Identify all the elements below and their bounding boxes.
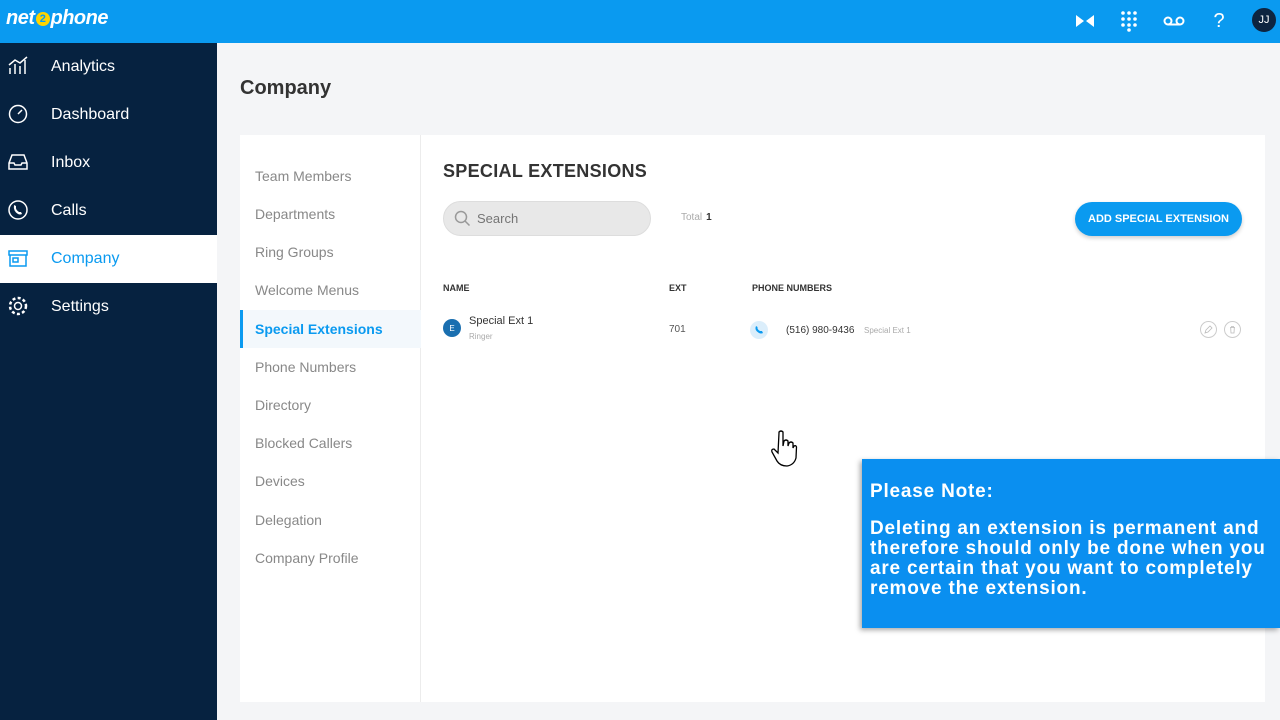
- search-box: [443, 201, 651, 236]
- subnav-item-blocked-callers[interactable]: Blocked Callers: [240, 424, 421, 462]
- total-label: Total: [681, 212, 703, 223]
- sidebar-item-label: Analytics: [51, 58, 116, 75]
- add-special-extension-button[interactable]: ADD SPECIAL EXTENSION: [1075, 202, 1242, 236]
- subnav-item-directory[interactable]: Directory: [240, 386, 421, 424]
- column-header-phone-numbers[interactable]: PHONE NUMBERS: [752, 283, 832, 293]
- subnav-item-delegation[interactable]: Delegation: [240, 501, 421, 539]
- delete-icon[interactable]: [1224, 321, 1241, 338]
- sidebar-item-label: Inbox: [51, 154, 91, 171]
- column-header-name[interactable]: NAME: [443, 283, 470, 293]
- sidebar-item-label: Company: [51, 250, 120, 267]
- subnav-item-welcome-menus[interactable]: Welcome Menus: [240, 271, 421, 309]
- sidebar-item-calls[interactable]: Calls: [0, 187, 217, 235]
- subnav-item-ring-groups[interactable]: Ring Groups: [240, 233, 421, 271]
- voicemail-icon[interactable]: [1161, 8, 1187, 34]
- extension-name[interactable]: Special Ext 1: [469, 315, 533, 327]
- phone-number-label: Special Ext 1: [864, 326, 911, 335]
- column-header-ext[interactable]: EXT: [669, 283, 687, 293]
- section-title: SPECIAL EXTENSIONS: [443, 161, 648, 181]
- sidebar-item-label: Calls: [51, 202, 87, 219]
- sidebar-item-label: Dashboard: [51, 106, 130, 123]
- page-title: Company: [240, 77, 332, 99]
- phone-icon: [8, 200, 28, 220]
- logo-text-net: net: [6, 7, 35, 29]
- analytics-icon: [8, 56, 28, 74]
- dialpad-icon[interactable]: [1116, 8, 1142, 34]
- please-note-overlay: Please Note: Deleting an extension is pe…: [862, 459, 1280, 628]
- subnav-item-special-extensions[interactable]: Special Extensions: [240, 310, 421, 348]
- extension-type: Ringer: [469, 332, 493, 341]
- sidebar-item-settings[interactable]: Settings: [0, 283, 217, 331]
- company-subnav: Team Members Departments Ring Groups Wel…: [240, 135, 421, 702]
- logo-text-phone: phone: [50, 7, 109, 29]
- inbox-icon: [8, 154, 28, 170]
- note-body: Deleting an extension is permanent and t…: [870, 518, 1266, 599]
- help-icon[interactable]: ?: [1206, 8, 1232, 34]
- note-title: Please Note:: [870, 481, 994, 502]
- store-icon: [8, 250, 28, 267]
- logo-text-2: 2: [35, 12, 50, 26]
- search-icon: [454, 210, 471, 227]
- sidebar-item-label: Settings: [51, 298, 109, 315]
- subnav-item-company-profile[interactable]: Company Profile: [240, 539, 421, 577]
- user-avatar[interactable]: JJ: [1250, 6, 1278, 34]
- subnav-item-devices[interactable]: Devices: [240, 462, 421, 500]
- extension-avatar: E: [443, 319, 461, 337]
- sidebar-item-dashboard[interactable]: Dashboard: [0, 91, 217, 139]
- phone-number: (516) 980-9436: [786, 325, 855, 336]
- subnav-item-departments[interactable]: Departments: [240, 195, 421, 233]
- top-bar: net 2 phone ? JJ: [0, 0, 1280, 43]
- sidebar: Analytics Dashboard Inbox Calls Company …: [0, 43, 217, 720]
- edit-icon[interactable]: [1200, 321, 1217, 338]
- sidebar-item-analytics[interactable]: Analytics: [0, 43, 217, 91]
- dashboard-icon: [8, 104, 28, 124]
- phone-icon: [750, 321, 768, 339]
- subnav-item-team-members[interactable]: Team Members: [240, 157, 421, 195]
- search-input[interactable]: [477, 202, 642, 235]
- subnav-item-phone-numbers[interactable]: Phone Numbers: [240, 348, 421, 386]
- total-count: Total 1: [681, 212, 712, 223]
- net2phone-logo[interactable]: net 2 phone: [6, 7, 108, 30]
- video-icon[interactable]: [1072, 8, 1098, 34]
- sidebar-item-company[interactable]: Company: [0, 235, 217, 283]
- gear-icon: [8, 296, 28, 316]
- hand-cursor-icon: [771, 430, 798, 467]
- extension-number: 701: [669, 324, 686, 335]
- total-value: 1: [706, 212, 712, 223]
- sidebar-item-inbox[interactable]: Inbox: [0, 139, 217, 187]
